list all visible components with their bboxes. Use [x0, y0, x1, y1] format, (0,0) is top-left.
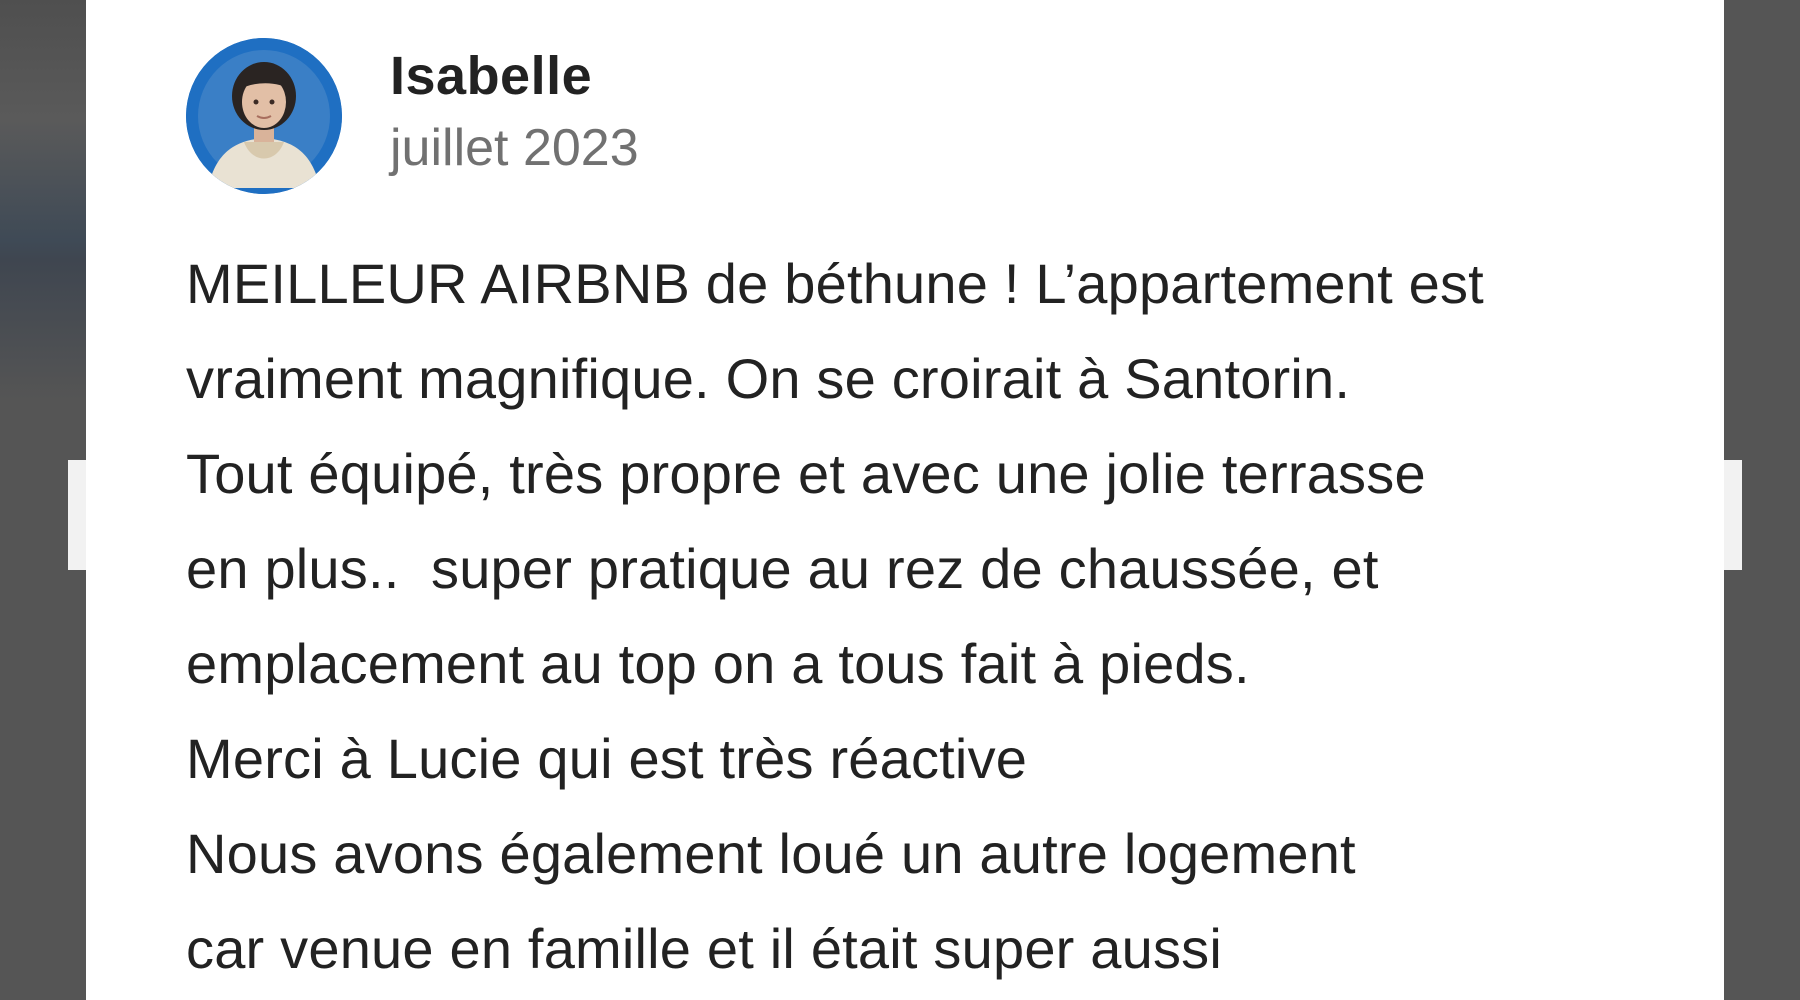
right-edge-handle — [1722, 460, 1742, 570]
review-text-line: Merci à Lucie qui est très réactive — [186, 727, 1028, 790]
review-text-line: MEILLEUR AIRBNB de béthune ! L’apparteme… — [186, 252, 1484, 315]
review-card: Isabelle juillet 2023 MEILLEUR AIRBNB de… — [86, 0, 1724, 1000]
review-date: juillet 2023 — [390, 119, 639, 178]
reviewer-avatar[interactable] — [186, 38, 342, 194]
user-photo-icon — [186, 38, 342, 194]
review-text-line: car venue en famille et il était super a… — [186, 917, 1222, 980]
left-edge-handle — [68, 460, 88, 570]
review-text-line: Tout équipé, très propre et avec une jol… — [186, 442, 1426, 505]
reviewer-name[interactable]: Isabelle — [390, 41, 639, 111]
review-text: MEILLEUR AIRBNB de béthune ! L’apparteme… — [186, 236, 1636, 996]
reviewer-meta: Isabelle juillet 2023 — [390, 41, 639, 183]
review-text-line: Nous avons également loué un autre logem… — [186, 822, 1356, 885]
review-text-line: emplacement au top on a tous fait à pied… — [186, 632, 1250, 695]
review-text-line: en plus.. super pratique au rez de chaus… — [186, 537, 1379, 600]
review-header: Isabelle juillet 2023 — [186, 38, 1724, 194]
review-text-line: vraiment magnifique. On se croirait à Sa… — [186, 347, 1351, 410]
